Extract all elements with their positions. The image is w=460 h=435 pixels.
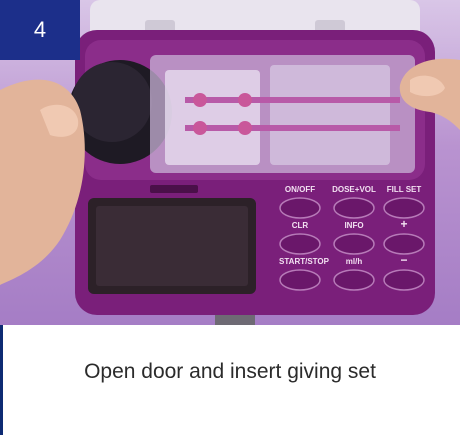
on-off-button[interactable] <box>279 197 321 219</box>
device-photo: ON/OFF DOSE+VOL FILL SET CLR INFO + STAR… <box>0 0 460 325</box>
button-label: + <box>400 217 407 231</box>
button-label: CLR <box>292 221 309 230</box>
button-label: ml/h <box>346 257 363 266</box>
button-label: INFO <box>344 221 363 230</box>
step-badge: 4 <box>0 0 80 60</box>
step-number: 4 <box>33 17 47 42</box>
button-label: − <box>400 253 407 267</box>
minus-button[interactable] <box>383 269 425 291</box>
button-label: ON/OFF <box>285 185 315 194</box>
info-button[interactable] <box>333 233 375 255</box>
plus-button[interactable] <box>383 233 425 255</box>
button-label: START/STOP <box>279 257 330 266</box>
keypad: ON/OFF DOSE+VOL FILL SET CLR INFO + STAR… <box>279 185 425 291</box>
step-caption: Open door and insert giving set <box>84 360 376 383</box>
dose-vol-button[interactable] <box>333 197 375 219</box>
start-stop-button[interactable] <box>279 269 321 291</box>
button-label: FILL SET <box>387 185 422 194</box>
fill-set-button[interactable] <box>383 197 425 219</box>
instruction-card: ON/OFF DOSE+VOL FILL SET CLR INFO + STAR… <box>0 0 460 435</box>
clr-button[interactable] <box>279 233 321 255</box>
button-label: DOSE+VOL <box>332 185 376 194</box>
ml-h-button[interactable] <box>333 269 375 291</box>
